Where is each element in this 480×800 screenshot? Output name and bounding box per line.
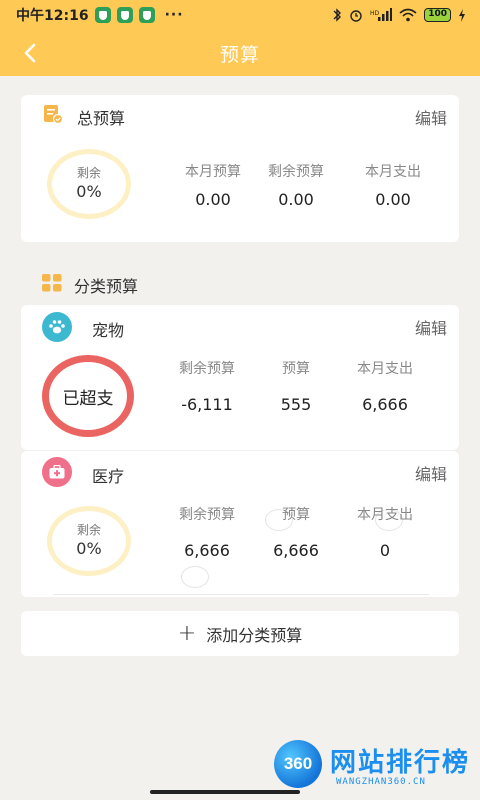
watermark-badge: 360: [274, 740, 322, 788]
stat-value-monthly-spending: 0.00: [375, 190, 411, 209]
decorative-bubble: [181, 566, 209, 588]
total-budget-title: 总预算: [77, 109, 126, 128]
home-indicator[interactable]: [150, 790, 300, 794]
stat-label-remaining-budget: 剩余预算: [268, 164, 324, 180]
stat-value-budget: 6,666: [273, 541, 319, 560]
watermark-title: 网站排行榜: [330, 748, 471, 778]
category-name: 医疗: [92, 467, 125, 486]
medical-kit-icon: [42, 457, 72, 487]
total-budget-ring: 剩余 0%: [47, 149, 131, 219]
stat-label-budget: 预算: [282, 507, 310, 523]
page-title: 预算: [219, 43, 260, 66]
battery-indicator: 100: [424, 8, 451, 22]
stat-value-remaining-budget: 0.00: [278, 190, 314, 209]
ring-percentage: 0%: [76, 182, 102, 201]
category-card-pet[interactable]: 宠物 编辑 已超支 剩余预算 -6,111 预算 555 本月支出 6,666: [21, 305, 459, 450]
stat-value-remaining-budget: 6,666: [184, 541, 230, 560]
medical-budget-ring: 剩余 0%: [47, 506, 131, 576]
stat-label-monthly-spending: 本月支出: [357, 507, 413, 523]
watermark-logo: 360 网站排行榜 WANGZHAN360.CN: [270, 736, 480, 800]
ring-label: 剩余: [76, 166, 101, 180]
charging-icon: [458, 8, 466, 22]
medical-edit-button[interactable]: 编辑: [415, 461, 447, 485]
signal-icon: HD: [370, 8, 393, 22]
ring-label: 剩余: [76, 523, 101, 537]
over-budget-label: 已超支: [62, 388, 114, 409]
status-bar: 中午12:16 ··· HD 100: [0, 0, 480, 30]
chevron-left-icon: [24, 43, 36, 63]
over-budget-ring: 已超支: [42, 355, 134, 437]
stat-value-remaining-budget: -6,111: [181, 395, 233, 414]
category-card-medical[interactable]: 医疗 编辑 剩余 0% 剩余预算 6,666 预算 6,666 本月支出 0: [21, 451, 459, 597]
stat-label-budget: 预算: [282, 361, 310, 377]
more-notifications-indicator: ···: [164, 7, 184, 23]
watermark-subtitle: WANGZHAN360.CN: [336, 777, 426, 787]
category-grid-icon: [42, 274, 62, 296]
divider: [53, 594, 429, 595]
total-budget-card: 总预算 编辑 剩余 0% 本月预算 0.00 剩余预算 0.00 本月支出 0.…: [21, 95, 459, 242]
add-category-budget-button[interactable]: + 添加分类预算: [21, 611, 459, 656]
stat-value-monthly-spending: 6,666: [362, 395, 408, 414]
status-time: 中午12:16: [16, 8, 89, 24]
add-category-budget-label: 添加分类预算: [206, 625, 303, 645]
category-budget-title: 分类预算: [74, 277, 139, 296]
app-notification-icon: [138, 7, 155, 23]
ring-percentage: 0%: [76, 539, 102, 558]
total-budget-edit-button[interactable]: 编辑: [415, 105, 447, 129]
stat-label-remaining-budget: 剩余预算: [179, 507, 235, 523]
stat-value-budget: 555: [280, 395, 312, 414]
stat-label-monthly-budget: 本月预算: [185, 164, 241, 180]
plus-icon: +: [177, 620, 197, 646]
stat-value-monthly-budget: 0.00: [195, 190, 231, 209]
pet-edit-button[interactable]: 编辑: [415, 315, 447, 339]
nav-bar: 预算: [0, 30, 480, 76]
app-notification-icon: [94, 7, 111, 23]
back-button[interactable]: [12, 35, 48, 71]
stat-label-monthly-spending: 本月支出: [357, 361, 413, 377]
paw-icon: [42, 312, 72, 342]
stat-label-remaining-budget: 剩余预算: [179, 361, 235, 377]
stat-label-monthly-spending: 本月支出: [365, 164, 421, 180]
budget-document-icon: [43, 104, 64, 128]
alarm-icon: [349, 8, 363, 22]
stat-value-monthly-spending: 0: [379, 541, 391, 560]
bluetooth-icon: [332, 8, 342, 22]
category-name: 宠物: [92, 321, 125, 340]
app-notification-icon: [116, 7, 133, 23]
svg-text:HD: HD: [370, 10, 380, 17]
wifi-icon: [399, 8, 417, 22]
